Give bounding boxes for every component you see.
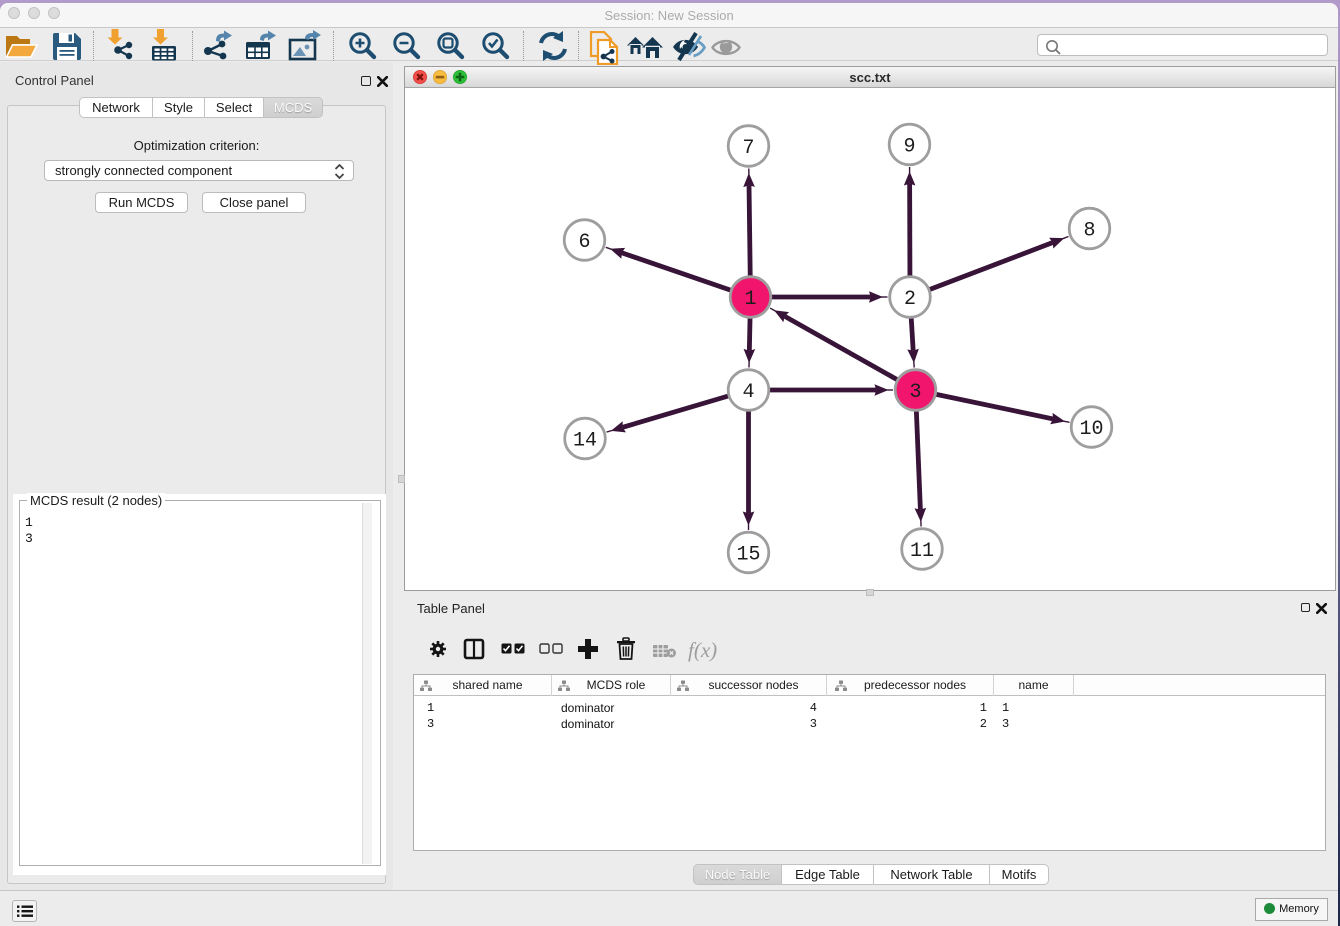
svg-text:9: 9	[903, 136, 915, 159]
svg-text:2: 2	[904, 288, 916, 311]
svg-text:10: 10	[1079, 418, 1103, 441]
svg-text:3: 3	[909, 381, 921, 404]
svg-text:7: 7	[742, 137, 754, 160]
svg-text:4: 4	[742, 381, 754, 404]
svg-text:1: 1	[744, 288, 756, 311]
svg-text:14: 14	[573, 430, 597, 453]
svg-text:11: 11	[910, 540, 934, 563]
svg-text:8: 8	[1083, 220, 1095, 243]
svg-text:6: 6	[578, 231, 590, 254]
svg-text:15: 15	[736, 544, 760, 567]
